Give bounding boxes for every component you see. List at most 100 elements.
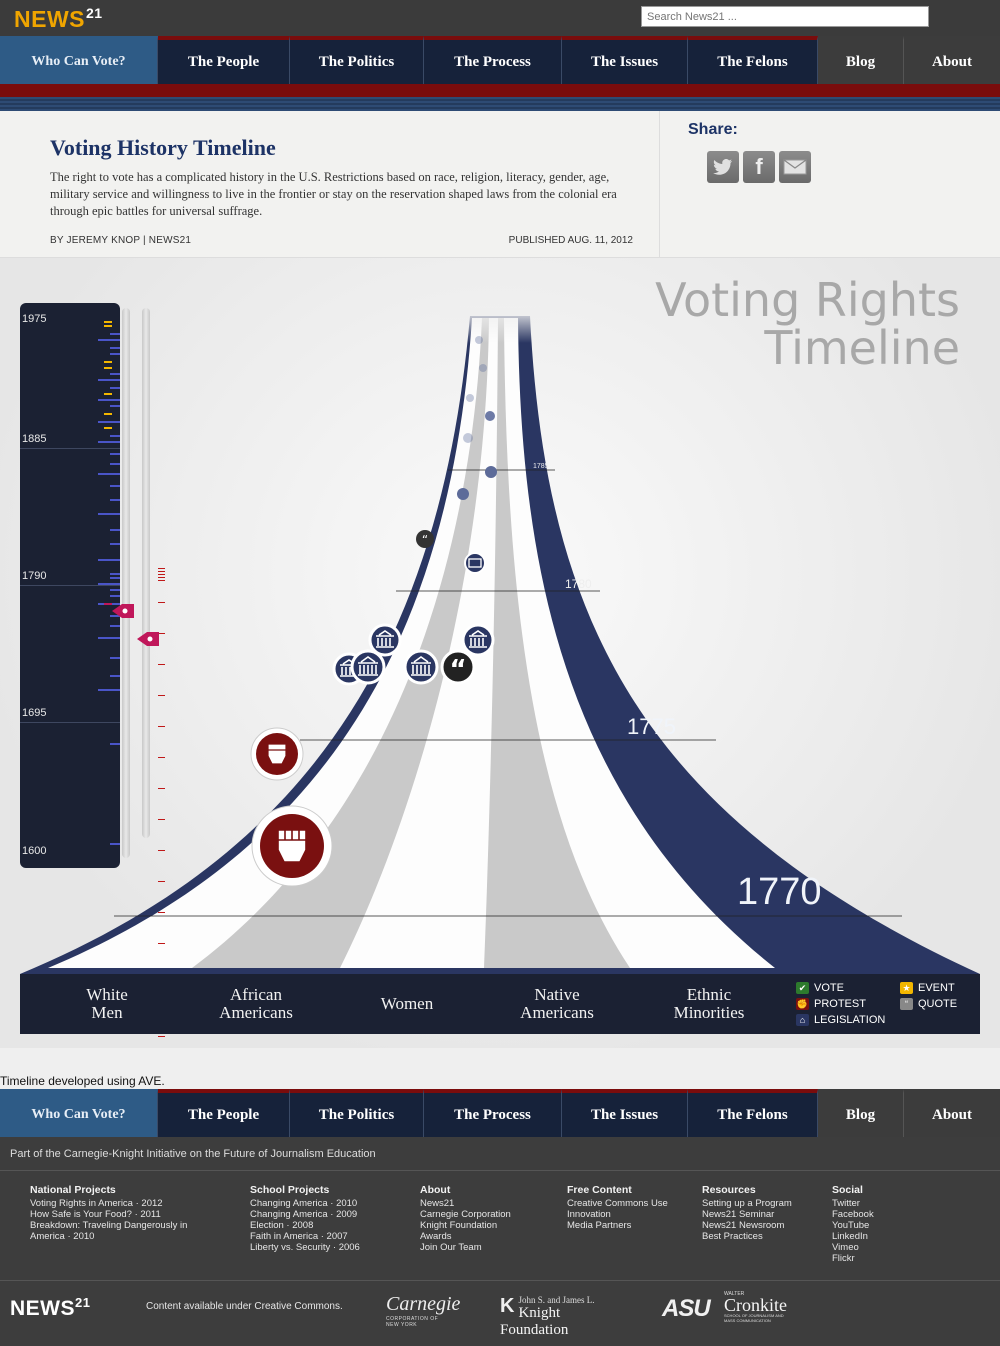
footer-link[interactable]: Changing America · 2009	[250, 1209, 360, 1220]
footer-link[interactable]: Breakdown: Traveling Dangerously in	[30, 1220, 187, 1231]
share-label: Share:	[688, 121, 738, 138]
footer-link[interactable]: Awards	[420, 1231, 511, 1242]
footer-link[interactable]: Best Practices	[702, 1231, 792, 1242]
footer-nav-the-politics[interactable]: The Politics	[290, 1089, 424, 1137]
lane-legend-bar: White Men African Americans Women Native Am…	[20, 974, 980, 1034]
scrubber-event-mark	[104, 367, 112, 369]
footer-link[interactable]: Changing America · 2010	[250, 1198, 360, 1209]
footer-nav-the-felons[interactable]: The Felons	[688, 1089, 818, 1137]
legislation-marker-icon[interactable]	[485, 411, 495, 421]
footer-link[interactable]: Election · 2008	[250, 1220, 360, 1231]
footer-link[interactable]: Creative Commons Use	[567, 1198, 668, 1209]
footer-link[interactable]: Vimeo	[832, 1242, 874, 1253]
carnegie-logo[interactable]: Carnegie CORPORATION OF NEW YORK	[386, 1293, 460, 1328]
footer-link[interactable]: YouTube	[832, 1220, 874, 1231]
knight-icon: K	[500, 1295, 515, 1317]
footer-nav-the-issues[interactable]: The Issues	[562, 1089, 688, 1137]
nav-the-politics[interactable]: The Politics	[290, 36, 424, 84]
footer-nav-the-process[interactable]: The Process	[424, 1089, 562, 1137]
nav-blog[interactable]: Blog	[818, 36, 904, 84]
footer-column-heading: Social	[832, 1184, 863, 1196]
search-input[interactable]	[641, 6, 929, 27]
scrubber-event-mark	[98, 583, 120, 585]
scrubber-event-mark	[110, 743, 120, 745]
footer-link[interactable]: LinkedIn	[832, 1231, 874, 1242]
footer-link[interactable]: Knight Foundation	[420, 1220, 511, 1231]
facebook-share-button[interactable]: f	[743, 151, 775, 183]
lane-white-men[interactable]: White Men	[37, 986, 177, 1022]
vote-icon: ✔	[796, 982, 809, 994]
scrubber-event-mark	[104, 393, 112, 395]
zoom-tick	[158, 757, 165, 758]
site-footer: Part of the Carnegie-Knight Initiative o…	[0, 1137, 1000, 1346]
decorative-stripe	[0, 84, 1000, 111]
footer-column-heading: National Projects	[30, 1184, 116, 1196]
page-title: Voting History Timeline	[50, 135, 276, 160]
timeline-scrubber[interactable]: 1975 1885 1790 1695 1600	[20, 303, 120, 868]
nav-about[interactable]: About	[904, 36, 1000, 84]
nav-the-felons[interactable]: The Felons	[688, 36, 818, 84]
legislation-marker-icon[interactable]	[485, 466, 497, 478]
footer-news21-logo[interactable]: NEWS21	[10, 1295, 90, 1321]
footer-link[interactable]: Voting Rights in America · 2012	[30, 1198, 187, 1209]
footer-link[interactable]: Media Partners	[567, 1220, 668, 1231]
footer-nav-about[interactable]: About	[904, 1089, 1000, 1137]
footer-nav-who-can-vote[interactable]: Who Can Vote?	[0, 1089, 158, 1137]
news21-logo[interactable]: NEWS21	[14, 5, 103, 33]
scrubber-event-mark	[98, 339, 120, 341]
scrubber-event-mark	[104, 325, 112, 327]
zoom-tick	[158, 1036, 165, 1037]
zoom-tick	[158, 912, 165, 913]
zoom-tick	[158, 568, 165, 569]
scrubber-event-mark	[110, 333, 120, 335]
zoom-handle-icon[interactable]	[137, 632, 159, 646]
footer-link[interactable]: How Safe is Your Food? · 2011	[30, 1209, 187, 1220]
nav-the-people[interactable]: The People	[158, 36, 290, 84]
footer-link[interactable]: News21 Seminar	[702, 1209, 792, 1220]
footer-nav-blog[interactable]: Blog	[818, 1089, 904, 1137]
road-year-label: 1780	[565, 577, 592, 591]
scrubber-event-mark	[110, 453, 120, 455]
timeline-stage[interactable]: Voting Rights Timeline 1785 1780 1775 17…	[0, 258, 1000, 1048]
timeline-road[interactable]: 1785 1780 1775 1770	[0, 258, 1000, 1048]
credit-text: Timeline developed using AVE.	[0, 1074, 165, 1088]
footer-link[interactable]: Carnegie Corporation	[420, 1209, 511, 1220]
footer-column: National Projects Voting Rights in Americ…	[30, 1184, 187, 1243]
creative-commons-text[interactable]: Content available under Creative Commons…	[146, 1301, 343, 1312]
footer-column-heading: School Projects	[250, 1184, 330, 1196]
cronkite-logo[interactable]: WALTER Cronkite SCHOOL OF JOURNALISM AND…	[724, 1291, 794, 1323]
twitter-share-button[interactable]	[707, 151, 739, 183]
nav-who-can-vote[interactable]: Who Can Vote?	[0, 36, 158, 84]
scrubber-event-mark	[110, 529, 120, 531]
article-header: Voting History Timeline The right to vot…	[0, 111, 1000, 258]
footer-link[interactable]: Join Our Team	[420, 1242, 511, 1253]
scrubber-event-mark	[110, 353, 120, 355]
footer-link[interactable]: Twitter	[832, 1198, 874, 1209]
footer-nav-the-people[interactable]: The People	[158, 1089, 290, 1137]
footer-link[interactable]: Setting up a Program	[702, 1198, 792, 1209]
scrubber-handle-icon[interactable]	[112, 604, 134, 618]
footer-link[interactable]: Flickr	[832, 1253, 874, 1264]
footer-link[interactable]: America · 2010	[30, 1231, 187, 1242]
legislation-marker-icon[interactable]	[457, 488, 469, 500]
asu-logo[interactable]: ASU	[662, 1295, 711, 1323]
footer-link[interactable]: Faith in America · 2007	[250, 1231, 360, 1242]
nav-the-process[interactable]: The Process	[424, 36, 562, 84]
legend-vote: ✔ VOTE	[796, 982, 844, 994]
lane-women[interactable]: Women	[337, 995, 477, 1013]
footer-link[interactable]: Facebook	[832, 1209, 874, 1220]
scrubber-rail	[122, 308, 130, 858]
nav-the-issues[interactable]: The Issues	[562, 36, 688, 84]
knight-foundation-logo[interactable]: K John S. and James L. Knight Foundation	[500, 1295, 614, 1339]
footer-link[interactable]: News21 Newsroom	[702, 1220, 792, 1231]
lane-native-americans[interactable]: Native Americans	[487, 986, 627, 1022]
footer-link[interactable]: News21	[420, 1198, 511, 1209]
legend-legislation: ⌂ LEGISLATION	[796, 1014, 885, 1026]
scrubber-event-mark	[110, 589, 120, 591]
lane-ethnic-minorities[interactable]: Ethnic Minorities	[639, 986, 779, 1022]
lane-african-americans[interactable]: African Americans	[186, 986, 326, 1022]
footer-link[interactable]: Innovation	[567, 1209, 668, 1220]
email-share-button[interactable]	[779, 151, 811, 183]
road-fade	[440, 308, 550, 448]
footer-link[interactable]: Liberty vs. Security · 2006	[250, 1242, 360, 1253]
